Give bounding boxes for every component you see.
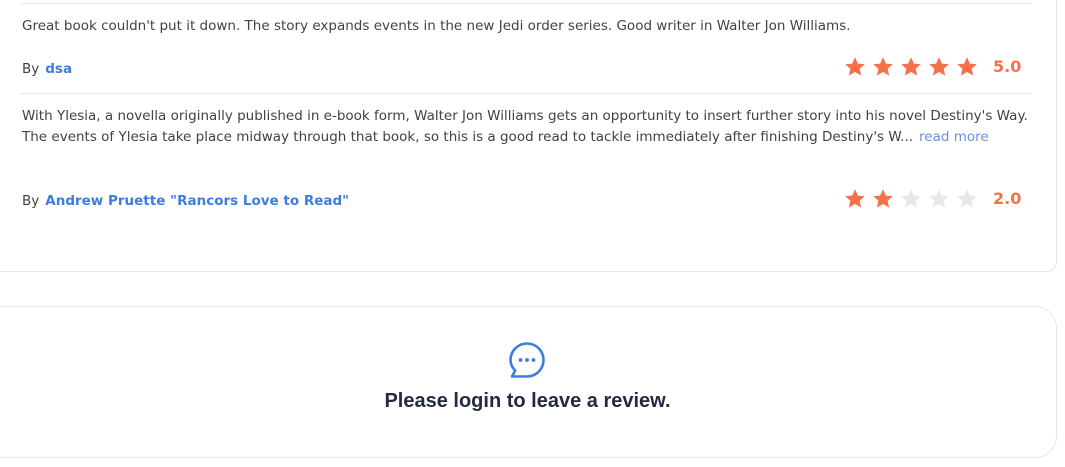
- star-empty-icon: [901, 189, 921, 208]
- star-filled-icon: [845, 189, 865, 208]
- review-text: Great book couldn't put it down. The sto…: [22, 18, 851, 34]
- star-rating: 5.0: [844, 56, 1023, 77]
- star-empty-icon: [929, 189, 949, 208]
- star-rating: 2.0: [844, 188, 1023, 209]
- by-label: By: [22, 193, 40, 209]
- review-byline: By dsa: [22, 61, 72, 77]
- star-empty-icon: [957, 189, 977, 208]
- chat-bubble-icon: [509, 342, 545, 378]
- author-link[interactable]: Andrew Pruette "Rancors Love to Read": [45, 193, 349, 209]
- review-body: With Ylesia, a novella originally publis…: [22, 108, 1028, 145]
- login-prompt-card: [0, 306, 1057, 458]
- by-label: By: [22, 61, 40, 77]
- divider: [20, 93, 1032, 94]
- review-text: With Ylesia, a novella originally publis…: [22, 106, 1032, 148]
- rating-score: 5.0: [993, 57, 1022, 76]
- rating-score: 2.0: [993, 189, 1022, 208]
- star-filled-icon: [873, 57, 893, 76]
- login-message: Please login to leave a review.: [384, 390, 671, 412]
- author-link[interactable]: dsa: [45, 61, 72, 77]
- star-filled-icon: [901, 57, 921, 76]
- stars: [844, 56, 978, 77]
- star-filled-icon: [929, 57, 949, 76]
- review-byline: By Andrew Pruette "Rancors Love to Read": [22, 193, 349, 209]
- star-filled-icon: [845, 57, 865, 76]
- star-filled-icon: [873, 189, 893, 208]
- stars: [844, 188, 978, 209]
- read-more-link[interactable]: read more: [919, 129, 989, 145]
- divider: [20, 3, 1032, 4]
- star-filled-icon: [957, 57, 977, 76]
